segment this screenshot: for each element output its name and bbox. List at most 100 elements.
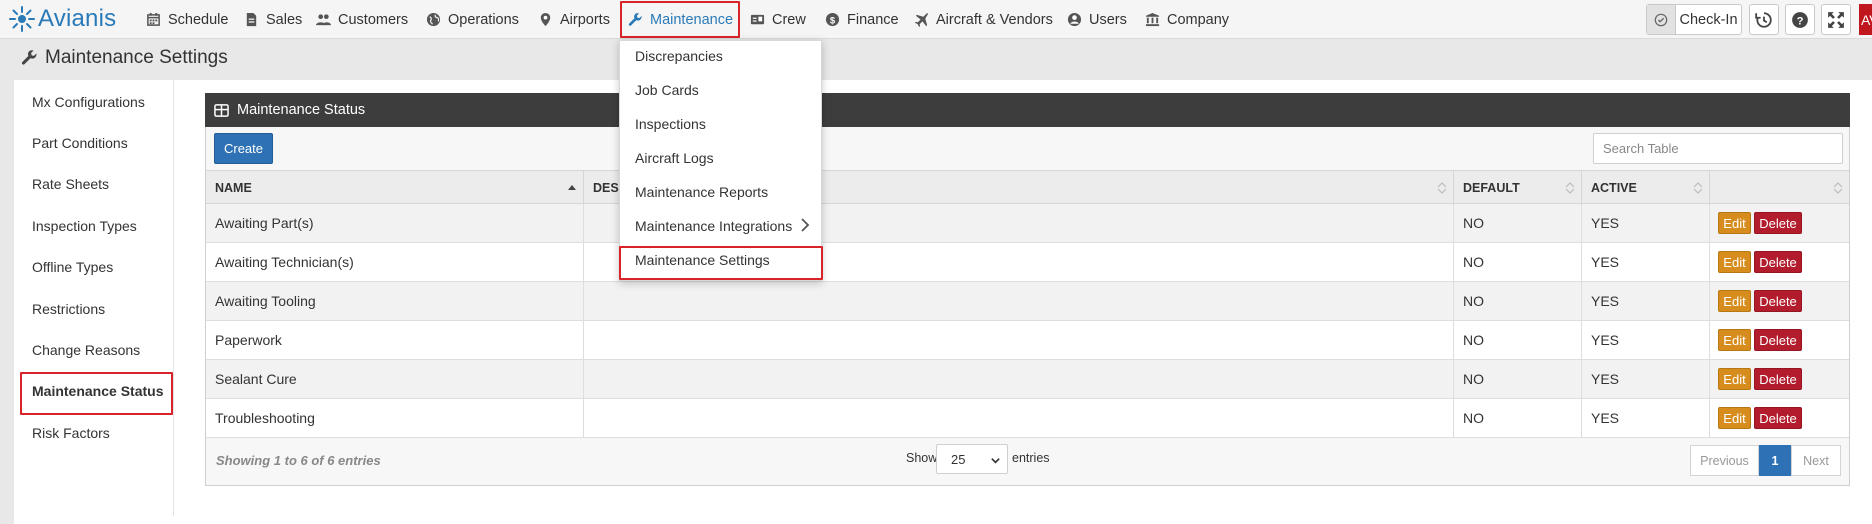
nav-customers-label: Customers [338,11,409,28]
column-header-active[interactable]: ACTIVE [1582,171,1710,205]
column-header-active-label: ACTIVE [1591,181,1637,195]
column-header-default-label: DEFAULT [1463,181,1520,195]
check-in-label: Check-In [1679,11,1738,28]
sidebar-item-inspection-types[interactable]: Inspection Types [32,215,137,237]
top-navbar: Avianis Schedule Sales Customers Operati… [0,0,1872,39]
table-row: Awaiting Tooling NO YES Edit Delete [206,282,1849,321]
table-row: Awaiting Technician(s) NO YES Edit Delet… [206,243,1849,282]
nav-operations[interactable]: Operations [426,0,519,39]
nav-schedule-label: Schedule [168,11,229,28]
delete-button[interactable]: Delete [1754,368,1802,390]
menu-item-maintenance-reports[interactable]: Maintenance Reports [635,181,768,203]
page-title: Maintenance Settings [45,46,228,68]
cell-active: YES [1582,204,1710,243]
edit-button[interactable]: Edit [1718,329,1751,351]
delete-button[interactable]: Delete [1754,407,1802,429]
table-row: Awaiting Part(s) NO YES Edit Delete [206,204,1849,243]
highlight-sidebar-maintenance-status [20,372,173,415]
column-header-name-label: NAME [215,181,252,195]
create-button[interactable]: Create [214,133,273,164]
bank-icon [1145,12,1160,27]
pagination-page-1[interactable]: 1 [1759,445,1791,476]
page-size-select[interactable]: 25 [936,444,1008,474]
cell-description [584,399,1454,438]
delete-button[interactable]: Delete [1754,329,1802,351]
cell-name: Sealant Cure [206,360,584,399]
nav-users-label: Users [1089,11,1127,28]
brand-logo[interactable]: Avianis [8,5,116,33]
id-card-icon [750,14,765,25]
delete-button[interactable]: Delete [1754,251,1802,273]
pagination-previous[interactable]: Previous [1690,445,1759,476]
user-avatar-badge[interactable]: AV [1859,4,1872,35]
nav-sales[interactable]: Sales [244,0,302,39]
cell-name: Awaiting Part(s) [206,204,584,243]
column-header-name[interactable]: NAME [206,171,584,205]
delete-button[interactable]: Delete [1754,212,1802,234]
settings-sidebar: Mx Configurations Part Conditions Rate S… [14,80,174,516]
history-button[interactable] [1749,4,1779,35]
users-icon [316,14,331,26]
sidebar-item-mx-configurations[interactable]: Mx Configurations [32,91,145,113]
nav-aircraft-vendors-label: Aircraft & Vendors [936,11,1053,28]
cell-description [584,321,1454,360]
sidebar-item-part-conditions[interactable]: Part Conditions [32,132,128,154]
table-row: Troubleshooting NO YES Edit Delete [206,399,1849,438]
plane-icon [914,12,929,27]
user-icon [1067,12,1082,27]
menu-item-aircraft-logs[interactable]: Aircraft Logs [635,147,714,169]
table-row: Sealant Cure NO YES Edit Delete [206,360,1849,399]
sort-both-icon [1693,182,1703,194]
nav-schedule[interactable]: Schedule [146,0,228,39]
brand-name: Avianis [38,5,117,32]
calendar-icon [147,12,160,26]
help-button[interactable]: ? [1785,4,1815,35]
cell-default: NO [1454,243,1582,282]
delete-button[interactable]: Delete [1754,290,1802,312]
column-header-actions[interactable] [1710,171,1849,205]
edit-button[interactable]: Edit [1718,368,1751,390]
box-title: Maintenance Status [237,102,366,118]
cell-name: Troubleshooting [206,399,584,438]
page-title-bar: Maintenance Settings [0,40,1872,75]
box-header: Maintenance Status [205,93,1850,127]
edit-button[interactable]: Edit [1718,251,1751,273]
fullscreen-button[interactable] [1821,4,1851,35]
nav-crew[interactable]: Crew [750,0,806,39]
cell-default: NO [1454,282,1582,321]
menu-item-maintenance-integrations[interactable]: Maintenance Integrations [635,215,792,237]
search-input[interactable] [1593,133,1843,164]
highlight-maintenance-nav [620,1,740,38]
sidebar-item-rate-sheets[interactable]: Rate Sheets [32,173,109,195]
nav-company[interactable]: Company [1145,0,1229,39]
sidebar-item-risk-factors[interactable]: Risk Factors [32,422,110,444]
sidebar-item-restrictions[interactable]: Restrictions [32,298,105,320]
nav-sales-label: Sales [266,11,303,28]
menu-item-inspections[interactable]: Inspections [635,113,706,135]
cell-description [584,360,1454,399]
cell-active: YES [1582,282,1710,321]
edit-button[interactable]: Edit [1718,212,1751,234]
edit-button[interactable]: Edit [1718,407,1751,429]
sort-both-icon [1565,182,1575,194]
edit-button[interactable]: Edit [1718,290,1751,312]
nav-customers[interactable]: Customers [316,0,408,39]
menu-item-discrepancies[interactable]: Discrepancies [635,45,723,67]
nav-airports[interactable]: Airports [538,0,610,39]
nav-users[interactable]: Users [1067,0,1127,39]
svg-text:$: $ [830,15,836,25]
column-header-default[interactable]: DEFAULT [1454,171,1582,205]
dollar-icon: $ [825,12,840,27]
sidebar-item-change-reasons[interactable]: Change Reasons [32,339,140,361]
menu-item-job-cards[interactable]: Job Cards [635,79,699,101]
table-header: NAME DESC DEFAULT ACTIVE [206,170,1849,205]
sidebar-item-offline-types[interactable]: Offline Types [32,256,113,278]
check-in-button[interactable]: Check-In [1646,4,1742,35]
nav-crew-label: Crew [772,11,806,28]
history-icon [1755,11,1772,28]
nav-finance[interactable]: $ Finance [825,0,899,39]
nav-aircraft-vendors[interactable]: Aircraft & Vendors [914,0,1053,39]
question-icon: ? [1792,11,1808,28]
pagination-next[interactable]: Next [1791,445,1841,476]
cell-name: Awaiting Technician(s) [206,243,584,282]
